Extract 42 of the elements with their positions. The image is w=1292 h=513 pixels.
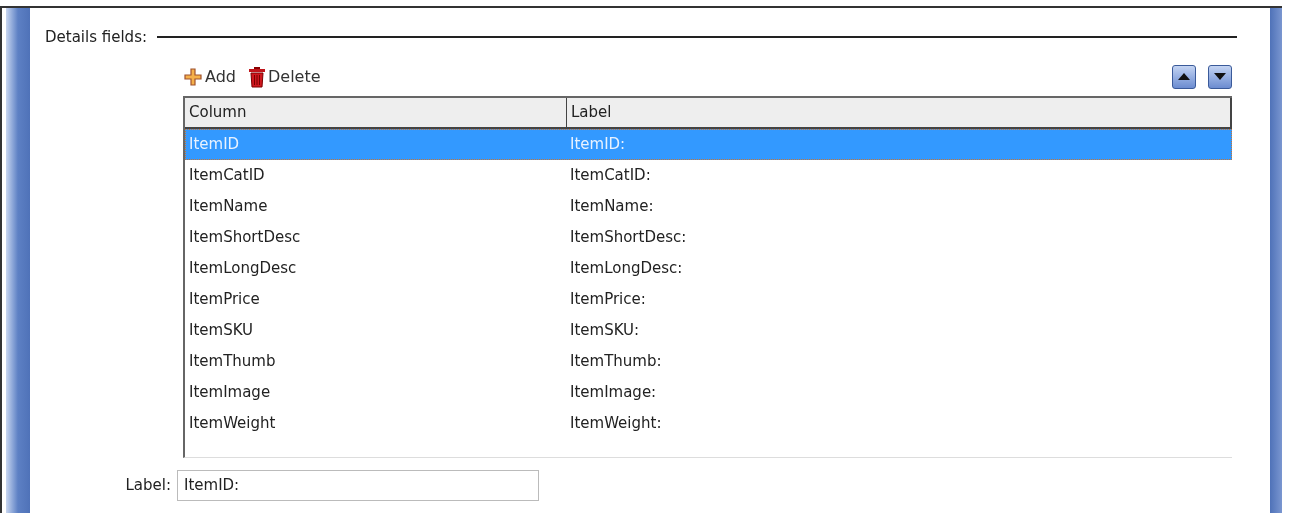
- column-header[interactable]: Column: [185, 97, 567, 127]
- table-cell-text: ItemThumb:: [569, 350, 663, 372]
- table-row[interactable]: ItemShortDesc ItemShortDesc:: [185, 221, 1232, 253]
- table-cell-text: ItemWeight: [188, 412, 277, 434]
- table-cell-text: ItemImage: [188, 381, 272, 403]
- label-field[interactable]: ItemID:: [177, 469, 539, 501]
- table-cell-text: ItemSKU: [188, 319, 255, 341]
- move-down-button[interactable]: [1208, 64, 1232, 89]
- table-cell-text: ItemThumb: [188, 350, 277, 372]
- table-cell-text: ItemID:: [569, 133, 627, 155]
- table-cell-text: ItemImage:: [569, 381, 658, 403]
- table-row[interactable]: ItemName ItemName:: [185, 190, 1232, 222]
- table-cell-text: ItemShortDesc: [188, 226, 302, 248]
- table-cell-text: ItemPrice:: [569, 288, 647, 310]
- table-row[interactable]: ItemPrice ItemPrice:: [185, 283, 1232, 315]
- field-label: Label:: [124, 474, 172, 496]
- table-cell-text: ItemPrice: [188, 288, 261, 310]
- move-up-button[interactable]: [1172, 64, 1196, 89]
- table-cell-text: ItemName:: [569, 195, 655, 217]
- section-title: Details fields:: [45, 27, 147, 48]
- down-arrow-icon: [1214, 73, 1226, 80]
- table-cell-text: ItemShortDesc:: [569, 226, 688, 248]
- table-row[interactable]: ItemLongDesc ItemLongDesc:: [185, 252, 1232, 284]
- table-cell-text: ItemName: [188, 195, 269, 217]
- table-cell-text: ItemLongDesc:: [569, 257, 684, 279]
- table-cell-text: ItemCatID:: [569, 164, 652, 186]
- table-cell-text: ItemWeight:: [569, 412, 663, 434]
- table-row[interactable]: ItemSKU ItemSKU:: [185, 314, 1232, 346]
- table-cell-text: ItemLongDesc: [188, 257, 298, 279]
- table-cell-text: ItemSKU:: [569, 319, 641, 341]
- delete-button[interactable]: Delete: [248, 64, 321, 89]
- up-arrow-icon: [1178, 73, 1190, 80]
- plus-icon: [183, 66, 203, 87]
- table-row[interactable]: ItemImage ItemImage:: [185, 376, 1232, 408]
- table-cell-text: ItemID: [188, 133, 241, 155]
- column-header[interactable]: Label: [567, 97, 1232, 127]
- table-row[interactable]: ItemWeight ItemWeight:: [185, 407, 1232, 439]
- trash-icon: [248, 65, 266, 88]
- add-button[interactable]: Add: [183, 64, 236, 89]
- table-row[interactable]: ItemThumb ItemThumb:: [185, 345, 1232, 377]
- table-row[interactable]: ItemCatID ItemCatID:: [185, 159, 1232, 191]
- table-cell-text: ItemCatID: [188, 164, 266, 186]
